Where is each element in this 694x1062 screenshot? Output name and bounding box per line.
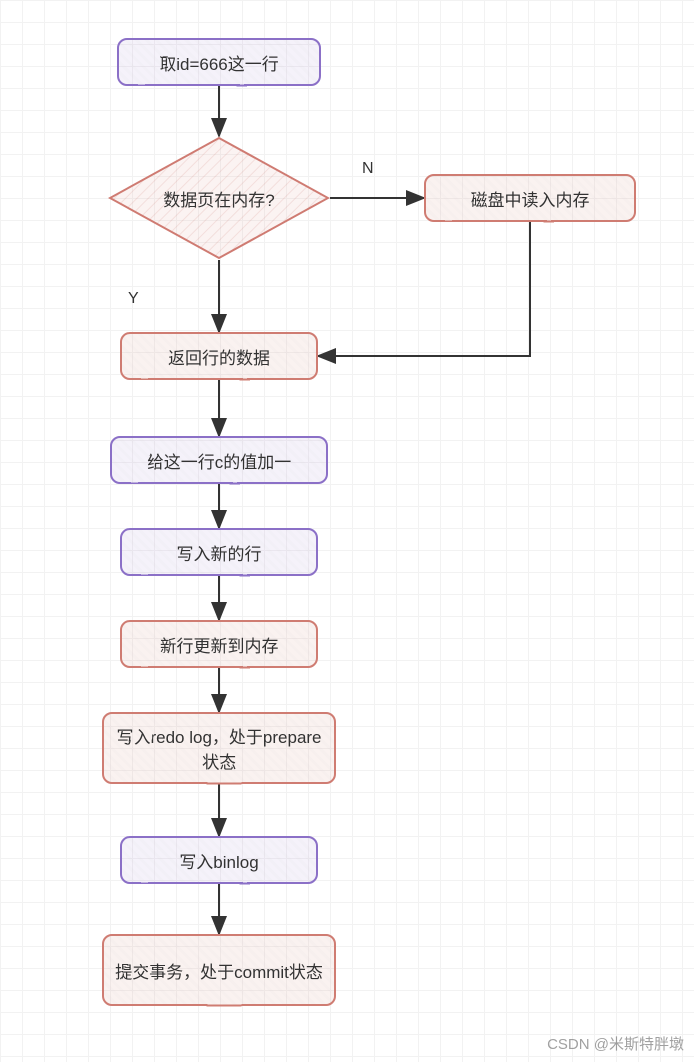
node-label: 返回行的数据: [168, 344, 270, 369]
node-write-new-row: 写入新的行: [120, 528, 318, 576]
label-no: N: [362, 160, 374, 178]
node-fetch-row: 取id=666这一行: [117, 38, 321, 86]
node-label: 写入redo log，处于prepare状态: [114, 723, 324, 773]
node-return-row-data: 返回行的数据: [120, 332, 318, 380]
node-redo-log-prepare: 写入redo log，处于prepare状态: [102, 712, 336, 784]
node-label: 取id=666这一行: [159, 50, 279, 75]
node-label: 写入新的行: [177, 540, 262, 565]
node-label: 给这一行c的值加一: [147, 448, 292, 473]
node-read-from-disk: 磁盘中读入内存: [424, 174, 636, 222]
node-decision-page-in-memory: 数据页在内存?: [108, 136, 330, 260]
node-label: 新行更新到内存: [160, 632, 279, 657]
node-label: 磁盘中读入内存: [471, 186, 590, 211]
node-label: 数据页在内存?: [163, 186, 274, 211]
node-commit-transaction: 提交事务，处于commit状态: [102, 934, 336, 1006]
node-increment-c: 给这一行c的值加一: [110, 436, 328, 484]
grid-background: [0, 0, 694, 1062]
label-yes: Y: [128, 290, 139, 308]
node-write-binlog: 写入binlog: [120, 836, 318, 884]
node-label: 提交事务，处于commit状态: [115, 958, 323, 983]
node-update-memory: 新行更新到内存: [120, 620, 318, 668]
watermark: CSDN @米斯特胖墩: [547, 1033, 684, 1054]
node-label: 写入binlog: [179, 848, 258, 873]
